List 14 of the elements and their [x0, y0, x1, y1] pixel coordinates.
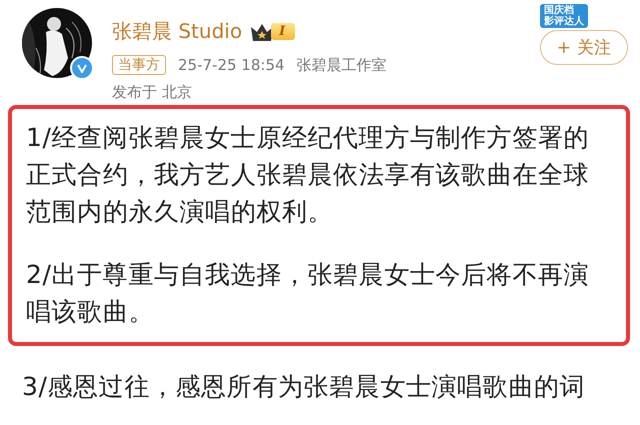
- promo-badge: 国庆档 影评达人: [540, 4, 588, 28]
- post-text-line: 3/感恩过往，感恩所有为张碧晨女士演唱歌曲的词: [22, 371, 586, 403]
- post-text-line: 1/经查阅张碧晨女士原经纪代理方与制作方签署的: [26, 122, 590, 154]
- level-badge: I: [271, 23, 296, 40]
- post-text-line: 2/出于尊重与自我选择，张碧晨女士今后将不再演: [26, 259, 590, 291]
- post-location: 发布于 北京: [112, 83, 193, 102]
- post-source: 张碧晨工作室: [296, 56, 387, 74]
- follow-button[interactable]: + 关注: [540, 30, 628, 65]
- post-text-line: 正式合约，我方艺人张碧晨依法享有该歌曲在全球: [26, 159, 590, 191]
- post-time: 25-7-25 18:54: [178, 56, 285, 74]
- post-text-line: 范围内的永久演唱的权利。: [26, 196, 334, 228]
- post-text-line: 唱该歌曲。: [26, 296, 155, 328]
- party-tag: 当事方: [112, 55, 166, 75]
- author-name[interactable]: 张碧晨 Studio: [112, 18, 242, 45]
